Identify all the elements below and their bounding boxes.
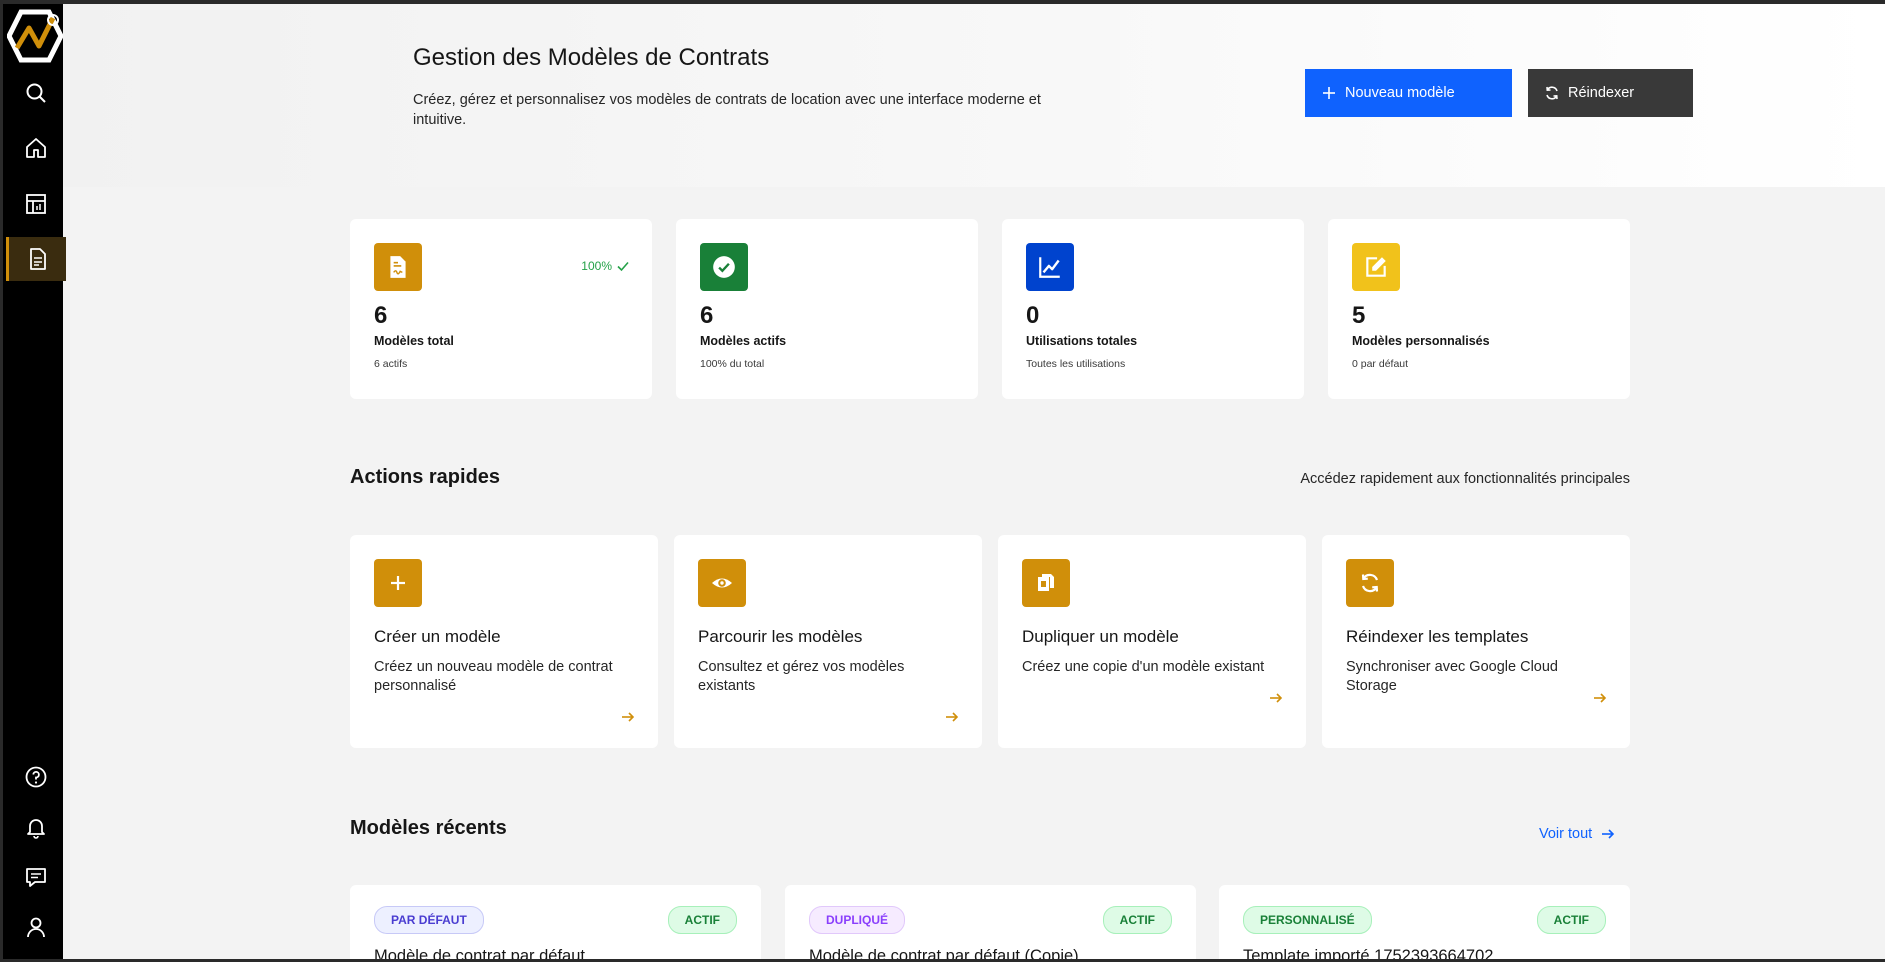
stat-value: 6 xyxy=(374,302,388,329)
chart-line-icon xyxy=(1026,243,1074,291)
arrow-right-icon xyxy=(946,712,959,722)
sidebar-item-search[interactable] xyxy=(6,71,66,115)
document-icon xyxy=(29,248,46,270)
stat-label: Utilisations totales xyxy=(1026,334,1138,348)
stat-subtext: 100% du total xyxy=(700,358,765,370)
help-icon xyxy=(25,766,47,788)
new-template-button-label: Nouveau modèle xyxy=(1345,85,1455,101)
plus-icon xyxy=(374,559,422,607)
chat-icon xyxy=(26,868,46,887)
action-title: Réindexer les templates xyxy=(1346,627,1529,646)
stat-value: 0 xyxy=(1026,302,1040,329)
status-badge: ACTIF xyxy=(1102,906,1172,934)
sidebar-item-notifications[interactable] xyxy=(6,805,66,849)
action-title: Parcourir les modèles xyxy=(698,627,863,646)
sidebar-item-profile[interactable] xyxy=(6,905,66,949)
sidebar xyxy=(0,0,66,962)
arrow-right-icon xyxy=(1270,693,1283,703)
home-icon xyxy=(26,138,46,158)
page-header: Gestion des Modèles de Contrats Créez, g… xyxy=(63,4,1885,187)
reindex-button-label: Réindexer xyxy=(1568,85,1635,101)
status-badge: ACTIF xyxy=(1536,906,1606,934)
stat-subtext: Toutes les utilisations xyxy=(1026,358,1126,370)
app-window: Gestion des Modèles de Contrats Créez, g… xyxy=(0,0,1885,962)
stat-label: Modèles actifs xyxy=(700,334,787,348)
action-card-create[interactable]: Créer un modèle Créez un nouveau modèle … xyxy=(350,535,658,748)
logo-icon xyxy=(6,9,64,63)
stat-value: 6 xyxy=(700,302,714,329)
template-type-badge: DUPLIQUÉ xyxy=(809,906,906,934)
contract-icon xyxy=(374,243,422,291)
status-badge: ACTIF xyxy=(667,906,737,934)
template-type-badge: PERSONNALISÉ xyxy=(1243,906,1372,934)
trend-indicator: 100% xyxy=(581,259,630,273)
sync-icon xyxy=(1546,86,1558,100)
reindex-button[interactable]: Réindexer xyxy=(1528,69,1693,117)
stat-value: 5 xyxy=(1352,302,1366,329)
edit-icon xyxy=(1352,243,1400,291)
arrow-right-icon xyxy=(622,712,635,722)
sidebar-item-documents[interactable] xyxy=(6,237,66,281)
action-title: Créer un modèle xyxy=(374,627,501,646)
action-card-reindex[interactable]: Réindexer les templates Synchroniser ave… xyxy=(1322,535,1630,748)
action-card-duplicate[interactable]: Dupliquer un modèle Créez une copie d'un… xyxy=(998,535,1306,748)
page-title: Gestion des Modèles de Contrats xyxy=(413,44,770,71)
plus-icon xyxy=(1323,87,1335,99)
arrow-right-icon xyxy=(1594,693,1607,703)
page-description: Créez, gérez et personnalisez vos modèle… xyxy=(413,92,1041,128)
action-description: Créez un nouveau modèle de contrat perso… xyxy=(374,659,613,694)
sidebar-item-chat[interactable] xyxy=(6,855,66,899)
app-logo[interactable] xyxy=(6,8,64,64)
see-all-label: Voir tout xyxy=(1539,826,1593,842)
stat-label: Modèles total xyxy=(374,334,454,348)
action-description: Créez une copie d'un modèle existant xyxy=(1022,659,1265,675)
template-type-badge: PAR DÉFAUT xyxy=(374,906,484,934)
copy-icon xyxy=(1022,559,1070,607)
new-template-button[interactable]: Nouveau modèle xyxy=(1305,69,1512,117)
sidebar-item-help[interactable] xyxy=(6,755,66,799)
search-icon xyxy=(26,83,46,103)
sidebar-item-dashboard[interactable] xyxy=(6,182,66,226)
user-icon xyxy=(27,917,45,938)
bell-icon xyxy=(27,819,45,839)
trend-value: 100% xyxy=(581,259,612,273)
sidebar-item-home[interactable] xyxy=(6,126,66,170)
check-circle-icon xyxy=(700,243,748,291)
stat-subtext: 0 par défaut xyxy=(1352,358,1409,370)
window-top-border xyxy=(0,0,1885,4)
arrow-right-icon xyxy=(1602,829,1615,839)
stat-label: Modèles personnalisés xyxy=(1352,334,1490,348)
action-description: Consultez et gérez vos modèles existants xyxy=(698,659,905,694)
stat-card-active: 6 Modèles actifs 100% du total xyxy=(676,219,978,399)
dashboard-icon xyxy=(26,194,46,214)
action-title: Dupliquer un modèle xyxy=(1022,627,1179,646)
see-all-link[interactable]: Voir tout xyxy=(1539,826,1616,842)
recent-templates-title: Modèles récents xyxy=(350,817,507,839)
stat-card-total: 100% 6 Modèles total 6 actifs xyxy=(350,219,652,399)
stat-card-usage: 0 Utilisations totales Toutes les utilis… xyxy=(1002,219,1304,399)
stat-subtext: 6 actifs xyxy=(374,358,408,370)
recent-template-card[interactable]: PAR DÉFAUT ACTIF Modèle de contrat par d… xyxy=(350,885,761,962)
recent-template-card[interactable]: DUPLIQUÉ ACTIF Modèle de contrat par déf… xyxy=(785,885,1196,962)
stat-card-custom: 5 Modèles personnalisés 0 par défaut xyxy=(1328,219,1630,399)
eye-icon xyxy=(698,559,746,607)
recent-template-card[interactable]: PERSONNALISÉ ACTIF Template importé 1752… xyxy=(1219,885,1630,962)
sync-icon xyxy=(1346,559,1394,607)
action-description: Synchroniser avec Google Cloud Storage xyxy=(1346,659,1558,694)
quick-actions-subtitle: Accédez rapidement aux fonctionnalités p… xyxy=(1300,471,1630,487)
checkmark-icon xyxy=(617,261,629,272)
quick-actions-title: Actions rapides xyxy=(350,466,501,488)
action-card-browse[interactable]: Parcourir les modèles Consultez et gérez… xyxy=(674,535,982,748)
